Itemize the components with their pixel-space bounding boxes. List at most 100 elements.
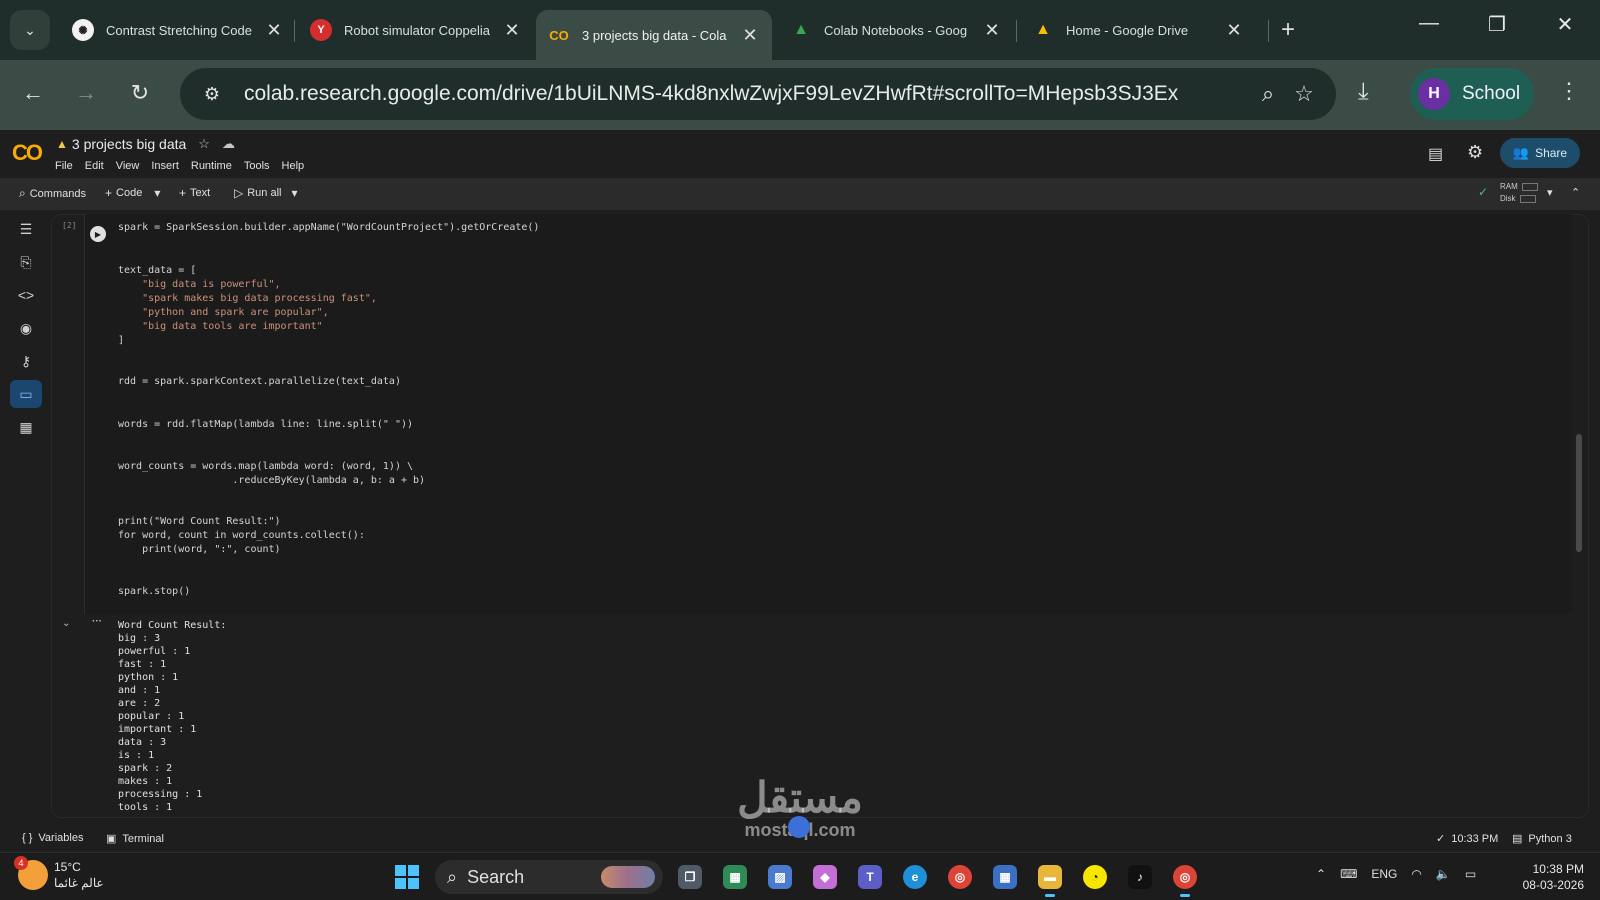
star-icon[interactable]: ☆ bbox=[198, 136, 210, 152]
chevron-up-icon[interactable]: ⌃ bbox=[1571, 186, 1580, 199]
notebook-title-bar: ▲ 3 projects big data ☆ ☁ bbox=[56, 136, 235, 152]
volume-icon[interactable]: 🔈 bbox=[1436, 867, 1451, 881]
terminal-button[interactable]: ▣ Terminal bbox=[106, 832, 164, 846]
code-snippets-icon[interactable]: <> bbox=[10, 281, 42, 309]
people-icon: 👥 bbox=[1512, 145, 1530, 160]
close-icon[interactable]: ✕ bbox=[264, 20, 284, 41]
secrets-key-icon[interactable]: ⚷ bbox=[10, 347, 42, 375]
comment-icon[interactable]: ▤ bbox=[1428, 144, 1443, 164]
menu-file[interactable]: File bbox=[55, 160, 73, 172]
close-icon[interactable]: ✕ bbox=[502, 20, 522, 41]
close-icon[interactable]: ✕ bbox=[982, 20, 1002, 41]
restore-icon[interactable]: ❐ bbox=[1482, 12, 1512, 37]
run-cell-button[interactable]: ▶ bbox=[90, 226, 106, 242]
output-line: are : 2 bbox=[118, 698, 161, 709]
collapse-output-icon[interactable]: ⌄ bbox=[62, 618, 70, 629]
windows-start-icon[interactable] bbox=[395, 865, 419, 889]
tab-3-projects-big-data[interactable]: CO 3 projects big data - Cola ✕ bbox=[536, 10, 772, 60]
minimize-icon[interactable]: — bbox=[1414, 12, 1444, 35]
add-text-button[interactable]: + Text bbox=[179, 186, 210, 200]
download-icon[interactable]: ⤓ bbox=[1358, 78, 1369, 106]
kebab-menu-icon[interactable]: ⋮ bbox=[1558, 78, 1580, 104]
code-line: spark = SparkSession.builder.appName("Wo… bbox=[118, 222, 540, 233]
wifi-icon[interactable]: ◠ bbox=[1411, 867, 1421, 881]
close-icon[interactable]: ✕ bbox=[1224, 20, 1244, 41]
address-bar[interactable]: ⚙ colab.research.google.com/drive/1bUiLN… bbox=[180, 68, 1336, 120]
taskbar-clock[interactable]: 10:38 PM 08-03-2026 bbox=[1510, 861, 1584, 893]
back-icon[interactable]: ← bbox=[18, 80, 48, 106]
menu-view[interactable]: View bbox=[116, 160, 140, 172]
tab-google-drive[interactable]: ▲ Home - Google Drive ✕ bbox=[1020, 8, 1256, 52]
tiktok-icon[interactable]: ♪ bbox=[1128, 865, 1152, 889]
menu-tools[interactable]: Tools bbox=[244, 160, 270, 172]
code-line: for word, count in word_counts.collect()… bbox=[118, 530, 365, 541]
server-icon: ▤ bbox=[1512, 833, 1523, 845]
tab-robot-simulator[interactable]: Y Robot simulator Coppelia ✕ bbox=[298, 8, 534, 52]
file-explorer-icon[interactable]: ▬ bbox=[1038, 865, 1062, 897]
site-info-icon[interactable]: ⚙ bbox=[192, 84, 232, 105]
chrome-icon[interactable]: ◎ bbox=[948, 865, 972, 889]
teams-icon[interactable]: T bbox=[858, 865, 882, 889]
chevron-up-icon[interactable]: ⌃ bbox=[1316, 867, 1326, 881]
commands-button[interactable]: ⌕ Commands bbox=[19, 186, 86, 201]
search-icon[interactable]: ⌕ bbox=[1250, 81, 1286, 107]
task-view-icon[interactable]: ❐ bbox=[678, 865, 702, 889]
variables-button[interactable]: { } Variables bbox=[22, 832, 83, 844]
menu-runtime[interactable]: Runtime bbox=[191, 160, 232, 172]
variables-icon[interactable]: ◉ bbox=[10, 314, 42, 342]
chevron-down-icon[interactable]: ▾ bbox=[154, 186, 160, 200]
tab-contrast-stretching[interactable]: ✺ Contrast Stretching Code ✕ bbox=[60, 8, 296, 52]
forward-icon[interactable]: → bbox=[71, 80, 101, 106]
find-replace-icon[interactable]: ⎘ bbox=[10, 248, 42, 276]
new-tab-button[interactable]: + bbox=[1281, 16, 1295, 44]
copilot-icon[interactable]: ◆ bbox=[813, 865, 837, 889]
store-icon[interactable]: ▦ bbox=[993, 865, 1017, 889]
notebook-title[interactable]: 3 projects big data bbox=[72, 136, 186, 152]
profile-button[interactable]: H School bbox=[1410, 68, 1534, 120]
colab-logo[interactable]: CO bbox=[12, 140, 43, 166]
close-icon[interactable]: ✕ bbox=[740, 25, 760, 46]
run-all-button[interactable]: ▷ Run all ▾ bbox=[234, 186, 302, 200]
search-icon: ⌕ bbox=[447, 866, 458, 887]
output-line: python : 1 bbox=[118, 672, 179, 683]
code-line: rdd = spark.sparkContext.parallelize(tex… bbox=[118, 376, 401, 387]
browser-tab-strip: ⌄ ✺ Contrast Stretching Code ✕ Y Robot s… bbox=[0, 0, 1600, 60]
data-table-icon[interactable]: ▦ bbox=[10, 413, 42, 441]
chevron-down-icon[interactable]: ▾ bbox=[1547, 186, 1553, 199]
taskbar-search[interactable]: ⌕ Search bbox=[435, 860, 663, 894]
snapchat-icon[interactable]: ◔ bbox=[1083, 865, 1107, 889]
menu-edit[interactable]: Edit bbox=[85, 160, 104, 172]
output-actions-icon[interactable]: ··· bbox=[92, 616, 102, 627]
search-highlight-image bbox=[601, 866, 655, 888]
language-indicator[interactable]: ENG bbox=[1371, 867, 1397, 881]
tab-colab-notebooks[interactable]: ▲ Colab Notebooks - Goog ✕ bbox=[778, 8, 1014, 52]
gear-icon[interactable]: ⚙ bbox=[1467, 142, 1483, 163]
cloud-icon[interactable]: ☁ bbox=[222, 136, 235, 152]
runtime-status[interactable]: ▤ Python 3 bbox=[1512, 832, 1572, 846]
green-app-icon[interactable]: ▦ bbox=[723, 865, 747, 889]
chevron-down-icon[interactable]: ▾ bbox=[291, 186, 297, 200]
tab-search-button[interactable]: ⌄ bbox=[10, 10, 50, 50]
share-button[interactable]: 👥 Share bbox=[1500, 138, 1580, 168]
files-folder-icon[interactable]: ▭ bbox=[10, 380, 42, 408]
edge-icon[interactable]: e bbox=[903, 865, 927, 889]
photos-icon[interactable]: ▨ bbox=[768, 865, 792, 889]
last-run-status[interactable]: ✓ 10:33 PM bbox=[1436, 832, 1498, 846]
weather-widget[interactable]: 4 15°C عالم غائما bbox=[14, 856, 104, 891]
output-line: is : 1 bbox=[118, 750, 155, 761]
battery-icon[interactable]: ▭ bbox=[1465, 867, 1476, 881]
menu-help[interactable]: Help bbox=[282, 160, 305, 172]
scrollbar[interactable] bbox=[1576, 434, 1582, 552]
add-code-button[interactable]: + Code ▾ bbox=[105, 186, 164, 200]
url-text[interactable]: colab.research.google.com/drive/1bUiLNMS… bbox=[244, 82, 1250, 106]
chrome-profile-icon[interactable]: ◎ bbox=[1173, 865, 1197, 897]
menu-insert[interactable]: Insert bbox=[151, 160, 179, 172]
tab-title: Home - Google Drive bbox=[1066, 22, 1189, 38]
reload-icon[interactable]: ↻ bbox=[125, 80, 155, 106]
close-window-icon[interactable]: ✕ bbox=[1550, 12, 1580, 37]
resource-monitor[interactable]: RAM Disk bbox=[1500, 181, 1538, 205]
keyboard-icon[interactable]: ⌨ bbox=[1340, 867, 1357, 881]
table-of-contents-icon[interactable]: ☰ bbox=[10, 215, 42, 243]
bookmark-star-icon[interactable]: ☆ bbox=[1286, 81, 1322, 107]
code-editor[interactable] bbox=[84, 214, 1572, 614]
